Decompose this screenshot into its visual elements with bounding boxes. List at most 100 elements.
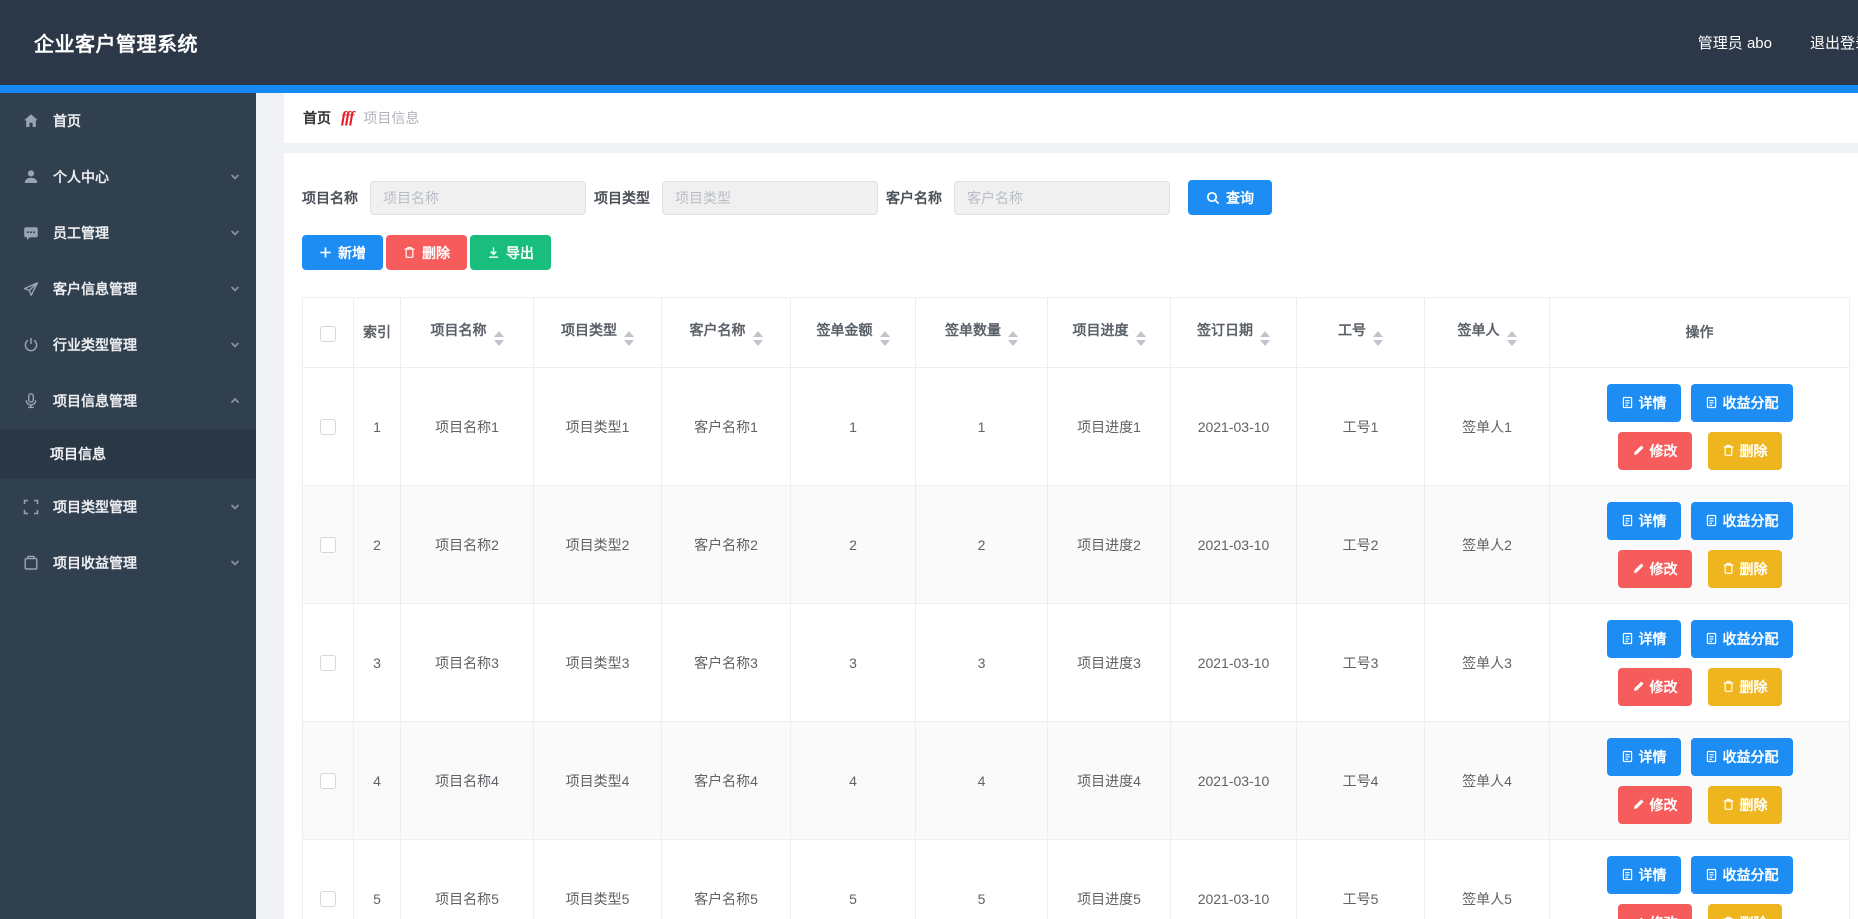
sidebar-item-personal-center[interactable]: 个人中心 <box>0 149 256 205</box>
logout-link[interactable]: 退出登录 <box>1810 32 1858 53</box>
sidebar-subitem-project-info[interactable]: 项目信息 <box>0 429 256 479</box>
mic-icon <box>22 392 40 410</box>
detail-button[interactable]: 详情 <box>1607 856 1681 894</box>
trash-icon <box>403 246 416 259</box>
row-checkbox[interactable] <box>320 419 336 435</box>
sidebar-item-home[interactable]: 首页 <box>0 93 256 149</box>
edit-button[interactable]: 修改 <box>1618 786 1692 824</box>
detail-button[interactable]: 详情 <box>1607 384 1681 422</box>
filter-form: 项目名称 项目类型 客户名称 查询 <box>302 180 1858 215</box>
sidebar-item-customer-info-management[interactable]: 客户信息管理 <box>0 261 256 317</box>
breadcrumb: 首页 fff 项目信息 <box>284 93 1858 143</box>
row-delete-button[interactable]: 删除 <box>1708 432 1782 470</box>
col-project-type[interactable]: 项目类型 <box>534 298 662 368</box>
col-sign-quantity[interactable]: 签单数量 <box>916 298 1048 368</box>
row-delete-button[interactable]: 删除 <box>1708 668 1782 706</box>
trash-icon <box>1722 680 1735 693</box>
cell-sign-quantity: 5 <box>916 840 1048 919</box>
income-allocate-button[interactable]: 收益分配 <box>1691 502 1793 540</box>
table-row: 2 项目名称2 项目类型2 客户名称2 2 2 项目进度2 2021-03-10… <box>303 486 1850 604</box>
cell-customer-name: 客户名称4 <box>662 722 791 840</box>
customer-name-input[interactable] <box>954 181 1170 215</box>
cell-project-name: 项目名称3 <box>401 604 534 722</box>
income-allocate-button[interactable]: 收益分配 <box>1691 856 1793 894</box>
edit-button[interactable]: 修改 <box>1618 904 1692 919</box>
cell-actions: 详情 收益分配 修改 删除 <box>1550 840 1850 919</box>
cell-customer-name: 客户名称2 <box>662 486 791 604</box>
search-button[interactable]: 查询 <box>1188 180 1272 215</box>
income-allocate-button[interactable]: 收益分配 <box>1691 620 1793 658</box>
sidebar-item-project-info-management[interactable]: 项目信息管理 <box>0 373 256 429</box>
cell-job-number: 工号4 <box>1297 722 1425 840</box>
sort-icon <box>1136 331 1146 346</box>
edit-button[interactable]: 修改 <box>1618 550 1692 588</box>
edit-button[interactable]: 修改 <box>1618 432 1692 470</box>
col-signer[interactable]: 签单人 <box>1425 298 1550 368</box>
document-icon <box>1621 868 1634 881</box>
cell-project-type: 项目类型4 <box>534 722 662 840</box>
sidebar-item-project-type-management[interactable]: 项目类型管理 <box>0 479 256 535</box>
project-name-input[interactable] <box>370 181 586 215</box>
row-checkbox[interactable] <box>320 655 336 671</box>
row-delete-button[interactable]: 删除 <box>1708 904 1782 919</box>
cell-index: 2 <box>354 486 401 604</box>
download-icon <box>487 246 500 259</box>
content-area: 首页 fff 项目信息 项目名称 项目类型 客户名称 查询 <box>256 93 1858 919</box>
detail-button[interactable]: 详情 <box>1607 738 1681 776</box>
sort-icon <box>494 331 504 346</box>
income-allocate-button[interactable]: 收益分配 <box>1691 738 1793 776</box>
cell-index: 1 <box>354 368 401 486</box>
table-header-row: 索引 项目名称 项目类型 客户名称 签单金额 签单数量 项目进度 签订日期 工号… <box>303 298 1850 368</box>
col-project-progress[interactable]: 项目进度 <box>1048 298 1171 368</box>
select-all-checkbox[interactable] <box>320 326 336 342</box>
app-title: 企业客户管理系统 <box>34 28 198 57</box>
sidebar-item-industry-type-management[interactable]: 行业类型管理 <box>0 317 256 373</box>
col-job-number[interactable]: 工号 <box>1297 298 1425 368</box>
document-icon <box>1621 750 1634 763</box>
breadcrumb-home-link[interactable]: 首页 <box>303 108 331 128</box>
add-button[interactable]: 新增 <box>302 235 383 270</box>
col-project-name[interactable]: 项目名称 <box>401 298 534 368</box>
cell-project-progress: 项目进度1 <box>1048 368 1171 486</box>
breadcrumb-separator-icon: fff <box>341 109 353 127</box>
col-sign-date[interactable]: 签订日期 <box>1171 298 1297 368</box>
col-customer-name[interactable]: 客户名称 <box>662 298 791 368</box>
export-button[interactable]: 导出 <box>470 235 551 270</box>
cell-job-number: 工号3 <box>1297 604 1425 722</box>
cell-sign-quantity: 3 <box>916 604 1048 722</box>
document-icon <box>1621 514 1634 527</box>
document-icon <box>1705 868 1718 881</box>
pencil-icon <box>1632 444 1645 457</box>
cell-project-type: 项目类型5 <box>534 840 662 919</box>
project-type-label: 项目类型 <box>594 188 650 208</box>
cell-job-number: 工号1 <box>1297 368 1425 486</box>
cell-signer: 签单人3 <box>1425 604 1550 722</box>
send-icon <box>22 280 40 298</box>
sidebar-item-employee-management[interactable]: 员工管理 <box>0 205 256 261</box>
edit-button[interactable]: 修改 <box>1618 668 1692 706</box>
cell-index: 5 <box>354 840 401 919</box>
row-checkbox[interactable] <box>320 537 336 553</box>
row-delete-button[interactable]: 删除 <box>1708 550 1782 588</box>
cell-checkbox <box>303 840 354 919</box>
sort-icon <box>1507 331 1517 346</box>
chevron-down-icon <box>230 284 240 294</box>
cell-sign-amount: 3 <box>791 604 916 722</box>
cell-actions: 详情 收益分配 修改 删除 <box>1550 368 1850 486</box>
detail-button[interactable]: 详情 <box>1607 620 1681 658</box>
delete-button[interactable]: 删除 <box>386 235 467 270</box>
col-sign-amount[interactable]: 签单金额 <box>791 298 916 368</box>
cell-signer: 签单人5 <box>1425 840 1550 919</box>
row-checkbox[interactable] <box>320 891 336 907</box>
row-delete-button[interactable]: 删除 <box>1708 786 1782 824</box>
cell-signer: 签单人1 <box>1425 368 1550 486</box>
sidebar-item-project-income-management[interactable]: 项目收益管理 <box>0 535 256 591</box>
income-allocate-button[interactable]: 收益分配 <box>1691 384 1793 422</box>
chevron-down-icon <box>230 558 240 568</box>
row-checkbox[interactable] <box>320 773 336 789</box>
project-type-input[interactable] <box>662 181 878 215</box>
detail-button[interactable]: 详情 <box>1607 502 1681 540</box>
cell-project-name: 项目名称4 <box>401 722 534 840</box>
sort-icon <box>624 331 634 346</box>
col-actions: 操作 <box>1550 298 1850 368</box>
